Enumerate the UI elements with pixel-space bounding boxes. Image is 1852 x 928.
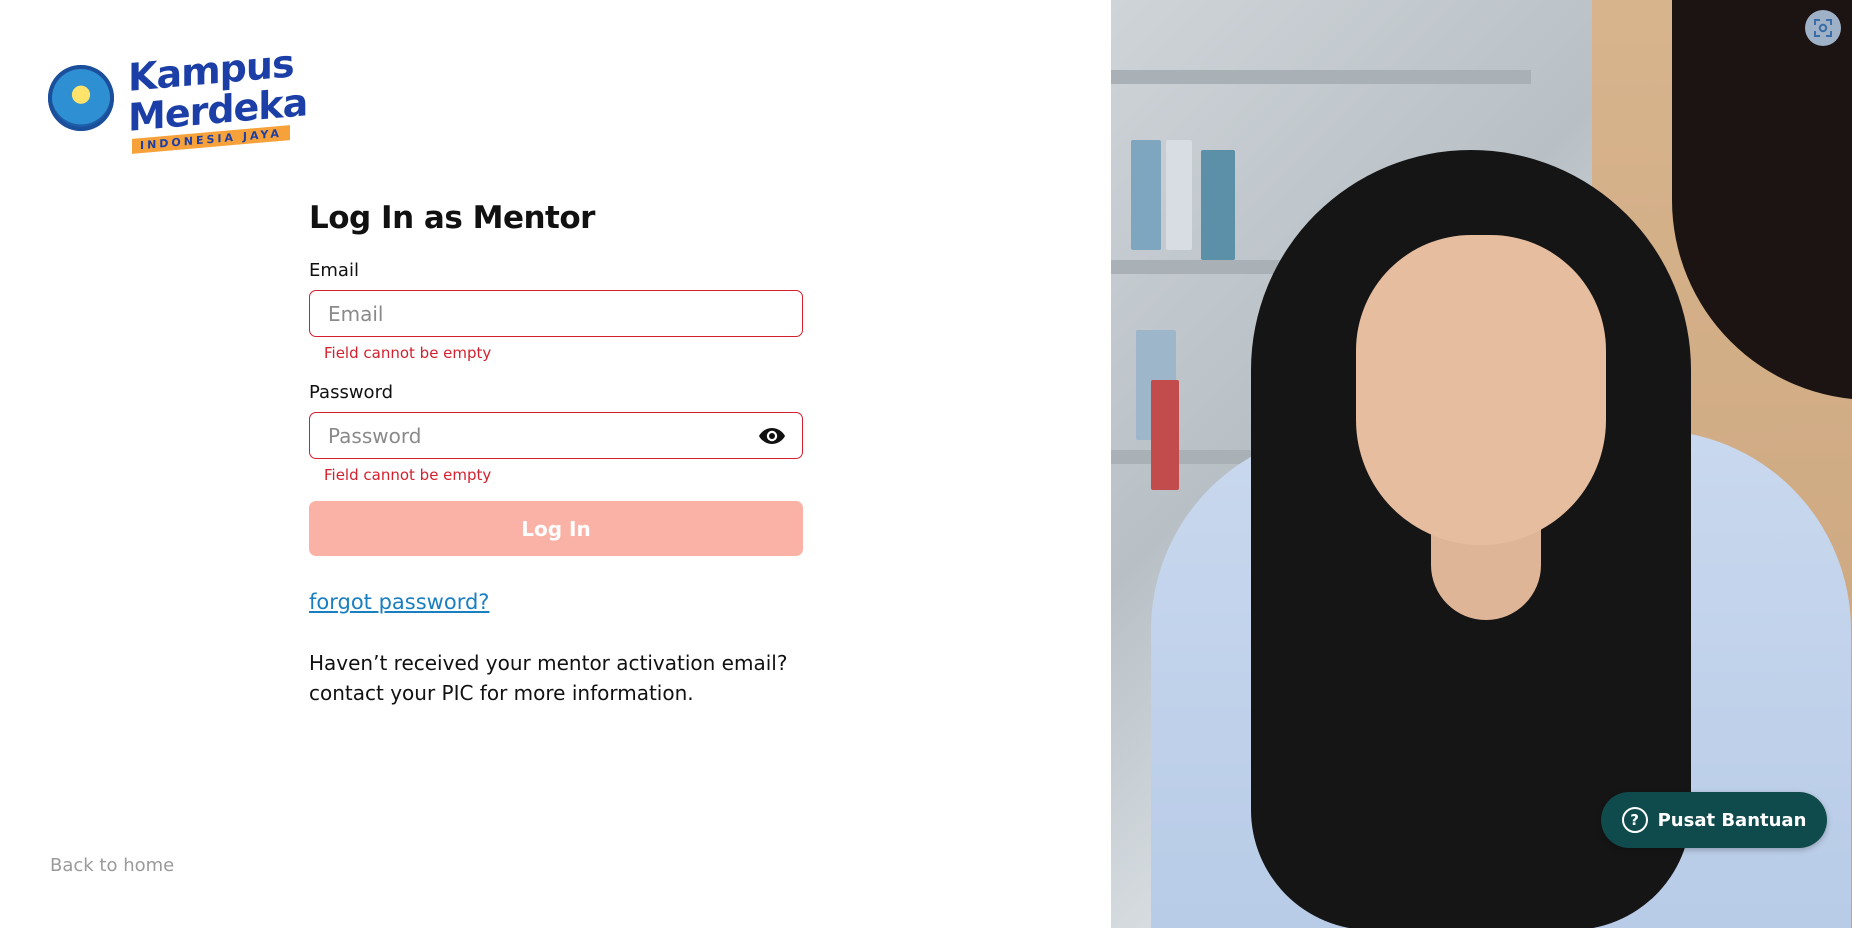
note-line-2: contact your PIC for more information.	[309, 681, 694, 705]
question-circle-icon: ?	[1621, 807, 1648, 833]
back-to-home-link[interactable]: Back to home	[50, 855, 174, 876]
book	[1151, 380, 1179, 490]
password-label: Password	[309, 382, 394, 403]
book	[1201, 150, 1235, 260]
password-error: Field cannot be empty	[324, 466, 492, 484]
hero-photo	[1111, 0, 1852, 928]
eye-icon[interactable]	[758, 425, 786, 447]
focus-scan-icon[interactable]	[1805, 10, 1841, 46]
book	[1166, 140, 1192, 250]
page-title: Log In as Mentor	[309, 200, 595, 236]
email-label: Email	[309, 260, 359, 281]
forgot-password-link[interactable]: forgot password?	[309, 590, 489, 614]
help-center-button[interactable]: ? Pusat Bantuan	[1601, 792, 1827, 848]
book	[1131, 140, 1161, 250]
email-error: Field cannot be empty	[324, 344, 492, 362]
kampus-merdeka-logo[interactable]: Kampus Merdeka INDONESIA JAYA	[48, 41, 307, 154]
shelf	[1111, 70, 1531, 84]
login-form: Log In as Mentor Email Field cannot be e…	[309, 200, 803, 708]
login-button[interactable]: Log In	[309, 501, 803, 556]
focus-icon-glyph	[1814, 19, 1832, 37]
email-field[interactable]	[326, 300, 786, 327]
email-field-box	[309, 290, 803, 337]
password-field-box	[309, 412, 803, 459]
logo-wordmark: Kampus Merdeka INDONESIA JAYA	[128, 41, 307, 154]
emblem-icon	[48, 65, 114, 131]
password-field[interactable]	[326, 422, 786, 449]
activation-note: Haven’t received your mentor activation …	[309, 648, 803, 708]
face	[1356, 235, 1606, 545]
login-pane: Kampus Merdeka INDONESIA JAYA Log In as …	[0, 0, 1111, 928]
help-center-label: Pusat Bantuan	[1657, 809, 1807, 831]
note-line-1: Haven’t received your mentor activation …	[309, 651, 788, 675]
